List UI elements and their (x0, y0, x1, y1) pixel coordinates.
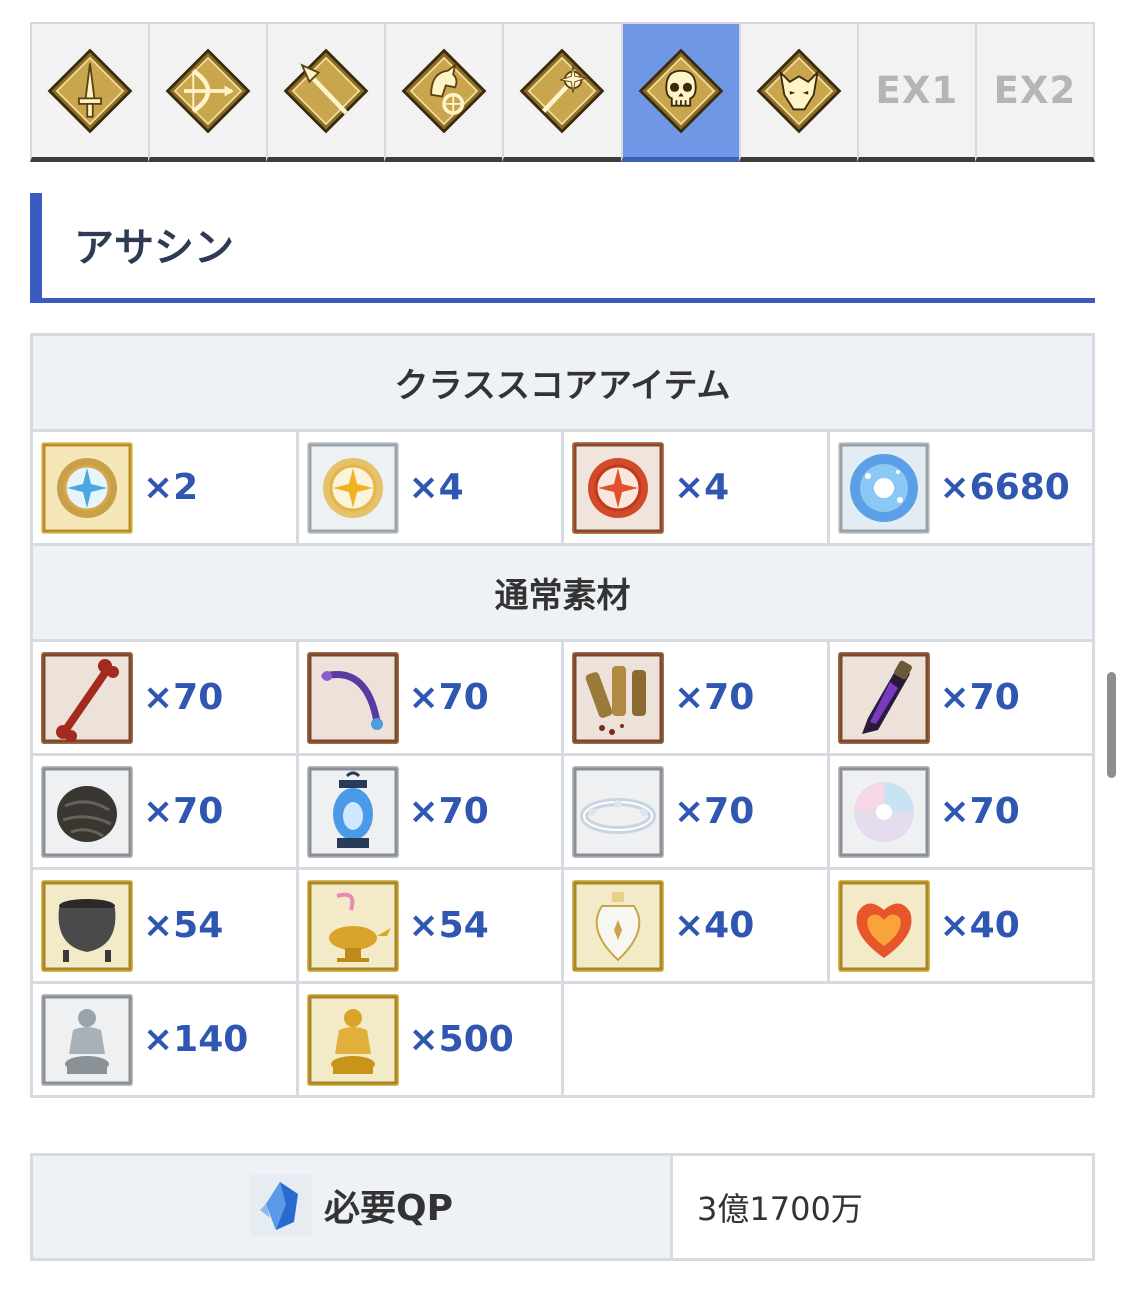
tab-saber[interactable] (30, 22, 149, 162)
silver-assassin-statue-icon[interactable] (41, 993, 133, 1086)
class-tab-bar: EX1 EX2 (30, 22, 1095, 162)
silver-star-compass-icon[interactable] (306, 441, 399, 534)
tab-assassin[interactable] (620, 22, 739, 162)
section-heading: アサシン (30, 193, 1095, 303)
item-quantity: ×70 (143, 791, 224, 832)
item-quantity: ×70 (143, 677, 224, 718)
scrollbar-thumb[interactable] (1107, 672, 1116, 778)
item-quantity: ×70 (674, 677, 755, 718)
dark-dagger-icon[interactable] (837, 651, 930, 744)
item-quantity: ×500 (408, 1019, 514, 1060)
tab-archer[interactable] (148, 22, 267, 162)
material-cell: ×70 (30, 639, 299, 756)
section-title: アサシン (74, 225, 234, 271)
assassin-class-icon (638, 48, 724, 133)
material-cell: ×40 (561, 867, 830, 984)
item-quantity: ×70 (674, 791, 755, 832)
tab-ex2[interactable]: EX2 (974, 22, 1095, 162)
material-cell: ×70 (561, 639, 830, 756)
caster-class-icon (520, 48, 605, 133)
material-cell: ×70 (561, 753, 830, 870)
material-cell: ×40 (826, 867, 1095, 984)
bone-icon[interactable] (41, 651, 133, 744)
blue-sparkle-orb-icon[interactable] (837, 441, 930, 534)
normal-materials-header: 通常素材 (30, 543, 1095, 642)
material-cell: ×500 (295, 981, 564, 1098)
material-cell: ×2 (30, 429, 299, 546)
white-vase-icon[interactable] (572, 879, 664, 972)
item-quantity: ×70 (939, 677, 1020, 718)
dark-seed-icon[interactable] (41, 765, 133, 858)
gold-assassin-statue-icon[interactable] (306, 993, 399, 1086)
item-quantity: ×4 (674, 467, 730, 508)
item-quantity: ×70 (939, 791, 1020, 832)
material-cell: ×70 (826, 753, 1095, 870)
qp-label-cell: 必要QP (30, 1153, 673, 1261)
item-quantity: ×70 (408, 791, 489, 832)
shell-casings-icon[interactable] (572, 651, 664, 744)
material-cell: ×70 (30, 753, 299, 870)
item-quantity: ×54 (143, 905, 224, 946)
table-row: ×70 ×70 ×70 ×70 (30, 639, 1095, 756)
material-cell: ×4 (561, 429, 830, 546)
tab-ex2-label: EX2 (993, 69, 1077, 112)
pearl-orb-icon[interactable] (837, 765, 930, 858)
qp-label: 必要QP (324, 1188, 453, 1229)
material-cell: ×70 (295, 639, 564, 756)
cauldron-icon[interactable] (41, 879, 133, 972)
class-score-header: クラススコアアイテム (30, 333, 1095, 432)
table-row: ×140 ×500 (30, 981, 1095, 1098)
empty-cell (561, 981, 1095, 1098)
material-cell: ×70 (295, 753, 564, 870)
material-cell: ×140 (30, 981, 299, 1098)
qp-crystal-icon (250, 1174, 312, 1236)
material-cell: ×54 (295, 867, 564, 984)
tab-berserker[interactable] (738, 22, 857, 162)
blue-lantern-icon[interactable] (306, 765, 399, 858)
materials-table: クラススコアアイテム ×2 ×4 ×4 ×6680 通常素材 ×70 ×70 ×… (30, 333, 1095, 1098)
magic-lamp-icon[interactable] (306, 879, 399, 972)
archer-class-icon (165, 48, 251, 133)
material-cell: ×70 (826, 639, 1095, 756)
item-quantity: ×2 (143, 467, 199, 508)
material-cell: ×54 (30, 867, 299, 984)
item-quantity: ×140 (143, 1019, 249, 1060)
table-row: ×2 ×4 ×4 ×6680 (30, 429, 1095, 546)
rider-class-icon (401, 48, 487, 133)
tab-lancer[interactable] (266, 22, 385, 162)
item-quantity: ×70 (408, 677, 489, 718)
tab-ex1[interactable]: EX1 (856, 22, 975, 162)
item-quantity: ×40 (939, 905, 1020, 946)
item-quantity: ×4 (408, 467, 464, 508)
qp-table: 必要QP 3億1700万 (30, 1153, 1095, 1261)
tab-caster[interactable] (502, 22, 621, 162)
table-row: ×70 ×70 ×70 ×70 (30, 753, 1095, 870)
saber-class-icon (47, 48, 133, 133)
fire-heart-icon[interactable] (837, 879, 930, 972)
gold-star-compass-icon[interactable] (41, 441, 133, 534)
red-star-compass-icon[interactable] (572, 441, 664, 534)
item-quantity: ×40 (674, 905, 755, 946)
tab-ex1-label: EX1 (875, 69, 959, 112)
item-quantity: ×54 (408, 905, 489, 946)
berserker-class-icon (756, 48, 842, 133)
material-cell: ×6680 (826, 429, 1095, 546)
table-row: 必要QP 3億1700万 (30, 1153, 1095, 1261)
item-quantity: ×6680 (939, 467, 1070, 508)
qp-value: 3億1700万 (670, 1153, 1095, 1261)
purple-fang-icon[interactable] (306, 651, 399, 744)
lancer-class-icon (283, 48, 369, 133)
tab-rider[interactable] (384, 22, 503, 162)
silver-crown-icon[interactable] (572, 765, 664, 858)
material-cell: ×4 (295, 429, 564, 546)
table-row: ×54 ×54 ×40 ×40 (30, 867, 1095, 984)
